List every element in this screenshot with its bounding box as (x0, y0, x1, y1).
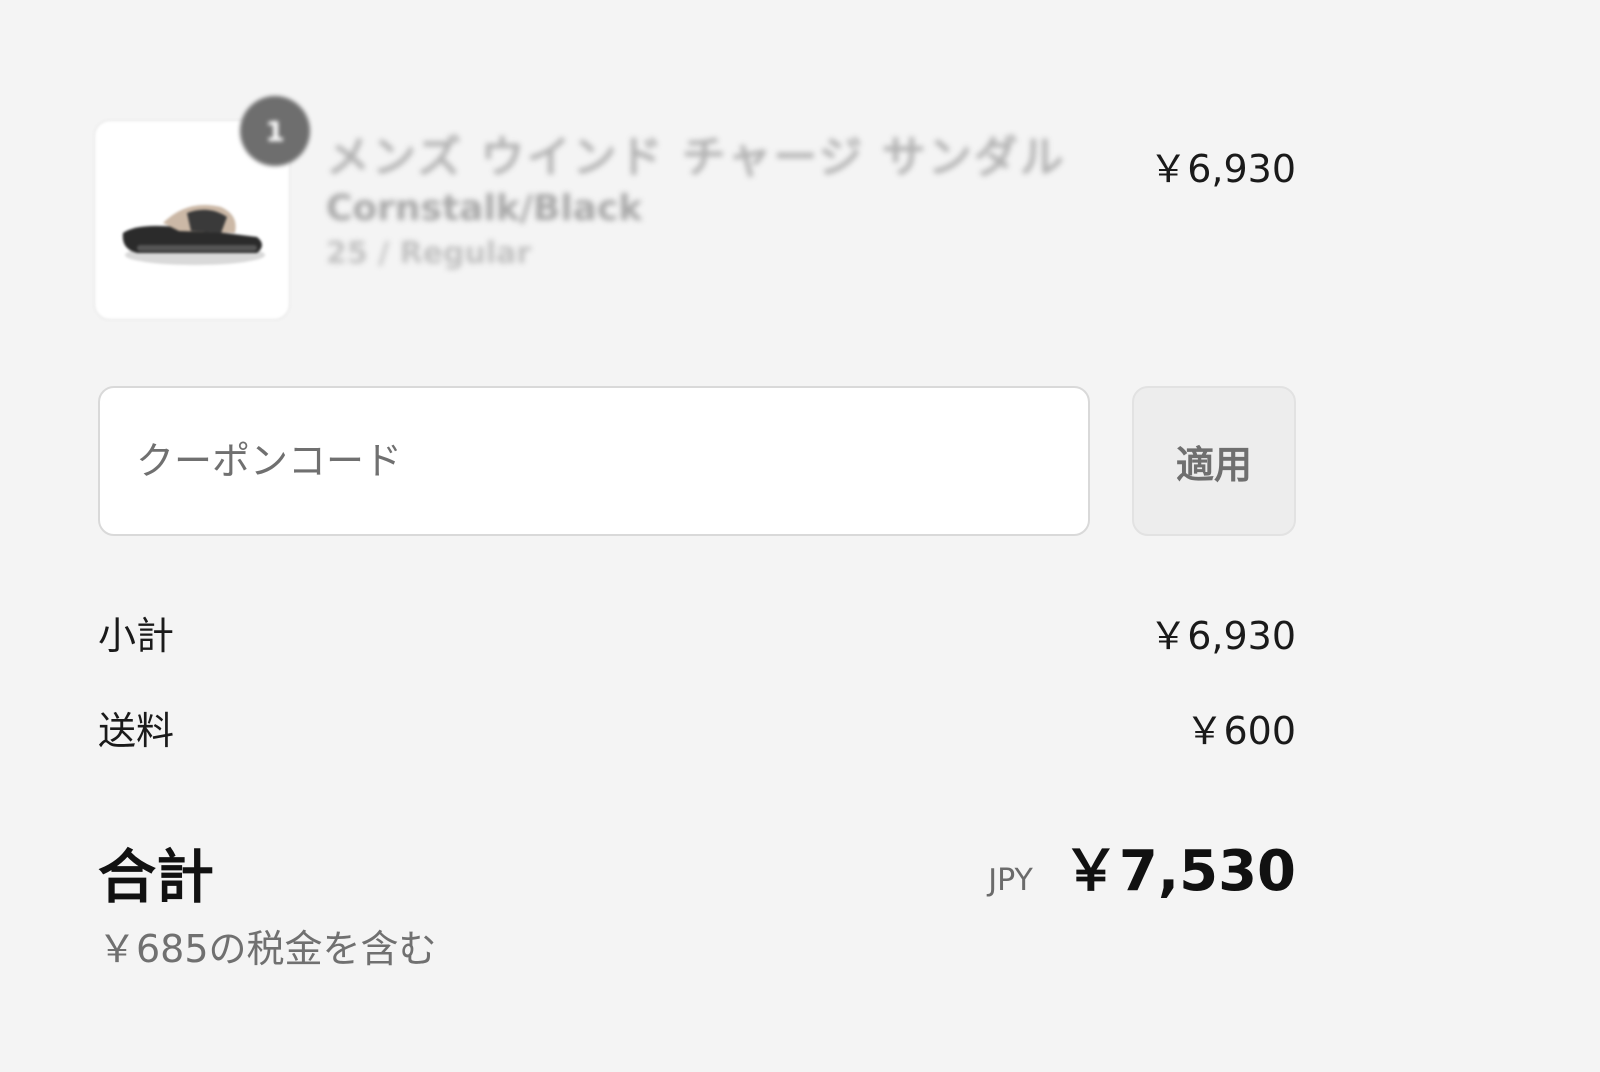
subtotal-value: ￥6,930 (1149, 614, 1296, 658)
product-thumbnail-wrap: 1 (94, 96, 310, 320)
sandal-image (122, 205, 265, 265)
product-size: 25 / Regular (326, 236, 532, 271)
checkout-order-summary: 1 メンズ ウインド チャージ サンダル Cornstalk/Black 25 … (0, 0, 1600, 1072)
product-details: メンズ ウインド チャージ サンダル Cornstalk/Black 25 / … (326, 130, 1086, 276)
total-label: 合計 (98, 843, 215, 911)
currency-code: JPY (988, 863, 1033, 898)
coupon-code-input[interactable] (98, 386, 1090, 536)
shipping-row: 送料 ￥600 (98, 700, 1296, 753)
quantity-badge: 1 (240, 96, 310, 166)
coupon-row: 適用 (98, 386, 1296, 536)
tax-note: ￥685の税金を含む (98, 927, 437, 971)
line-item-price: ￥6,930 (1149, 147, 1296, 191)
total-amount-group: JPY ￥7,530 (988, 826, 1296, 907)
product-name: メンズ ウインド チャージ サンダル (326, 132, 1066, 183)
shipping-label: 送料 (98, 709, 175, 753)
subtotal-row: 小計 ￥6,930 (98, 605, 1296, 658)
apply-coupon-button[interactable]: 適用 (1132, 386, 1296, 536)
line-item: 1 メンズ ウインド チャージ サンダル Cornstalk/Black 25 … (94, 96, 1296, 330)
shipping-value: ￥600 (1185, 709, 1296, 753)
total-amount: ￥7,530 (1062, 839, 1296, 904)
subtotal-label: 小計 (98, 614, 175, 658)
product-variant: Cornstalk/Black (326, 188, 643, 229)
total-row: 合計 JPY ￥7,530 (98, 826, 1296, 911)
